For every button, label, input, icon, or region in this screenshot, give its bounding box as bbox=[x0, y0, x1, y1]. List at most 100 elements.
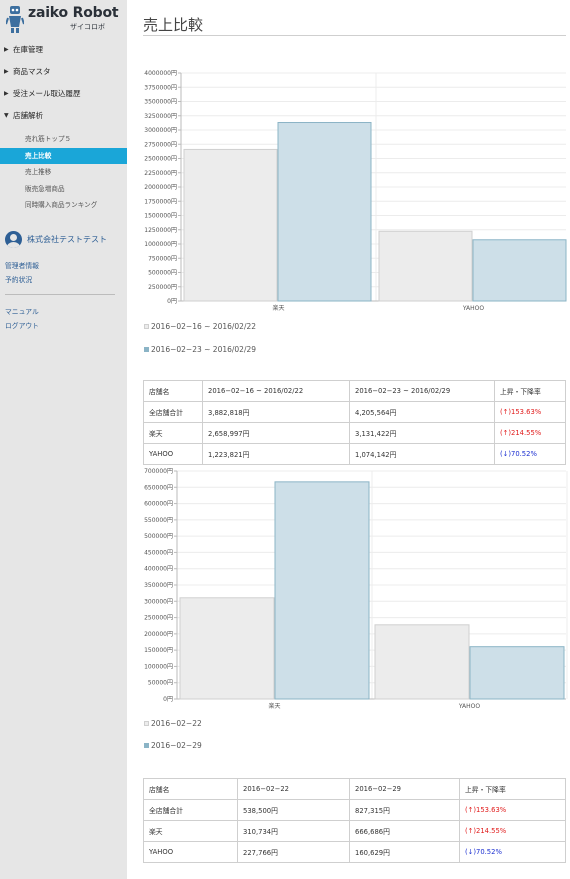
legend-label: 2016−02−16 ~ 2016/02/22 bbox=[151, 322, 257, 331]
admin-info-link[interactable]: 管理者情報 bbox=[5, 260, 39, 270]
y-tick-label: 250000円 bbox=[148, 284, 177, 291]
store-cell: 楽天 bbox=[143, 422, 203, 444]
x-tick-label: 楽天 bbox=[272, 304, 284, 312]
value-cell: 1,074,142円 bbox=[349, 443, 495, 465]
table-row: YAHOO 227,766円 160,629円 (↓)70.52% bbox=[143, 841, 566, 863]
y-tick-label: 2250000円 bbox=[144, 170, 177, 177]
y-tick-label: 150000円 bbox=[144, 647, 173, 654]
table-row: 楽天 310,734円 666,686円 (↑)214.55% bbox=[143, 820, 566, 842]
nav-label: 受注メール取込履歴 bbox=[13, 88, 81, 98]
subnav-sales-comparison[interactable]: 売上比較 bbox=[0, 147, 127, 164]
y-tick-label: 300000円 bbox=[144, 598, 173, 605]
nav-label: 在庫管理 bbox=[13, 44, 43, 54]
store-cell: YAHOO bbox=[143, 443, 203, 465]
value-cell: 2,658,997円 bbox=[202, 422, 350, 444]
logo-subtitle: ザイコロボ bbox=[70, 23, 105, 31]
store-cell: YAHOO bbox=[143, 841, 238, 863]
value-cell: 3,131,422円 bbox=[349, 422, 495, 444]
value-cell: 666,686円 bbox=[349, 820, 460, 842]
comparison-table-daily: 店舗名 2016−02−22 2016−02−29 上昇・下降率 全店舗合計 5… bbox=[143, 778, 566, 863]
rate-cell: (↑)214.55% bbox=[459, 820, 566, 842]
legend-swatch bbox=[144, 324, 149, 329]
table-row: 全店舗合計 3,882,818円 4,205,564円 (↑)153.63% bbox=[143, 401, 566, 423]
logo-title: zaiko Robot bbox=[28, 5, 119, 21]
y-tick-label: 4000000円 bbox=[144, 70, 177, 77]
reservation-status-link[interactable]: 予約状況 bbox=[5, 274, 32, 284]
bar bbox=[374, 624, 470, 700]
logout-link[interactable]: ログアウト bbox=[5, 320, 39, 330]
caret-right-icon: ▶ bbox=[4, 89, 9, 97]
legend-label: 2016−02−22 bbox=[151, 719, 202, 728]
value-cell: 160,629円 bbox=[349, 841, 460, 863]
table-row: 全店舗合計 538,500円 827,315円 (↑)153.63% bbox=[143, 799, 566, 821]
y-tick-label: 1250000円 bbox=[144, 227, 177, 234]
sidebar: zaiko Robot ザイコロボ ▶ 在庫管理 ▶ 商品マスタ ▶ 受注メール… bbox=[0, 0, 127, 879]
store-cell: 全店舗合計 bbox=[143, 799, 238, 821]
nav-inventory[interactable]: ▶ 在庫管理 bbox=[0, 38, 127, 60]
table-header-row: 店舗名 2016−02−22 2016−02−29 上昇・下降率 bbox=[143, 778, 566, 800]
y-tick-label: 550000円 bbox=[144, 517, 173, 524]
value-cell: 310,734円 bbox=[237, 820, 350, 842]
bar bbox=[277, 122, 372, 302]
legend-swatch bbox=[144, 743, 149, 748]
user-avatar-icon bbox=[5, 230, 22, 248]
caret-down-icon: ▼ bbox=[4, 111, 9, 119]
rate-cell: (↑)214.55% bbox=[494, 422, 566, 444]
y-tick-label: 250000円 bbox=[144, 615, 173, 622]
y-tick-label: 450000円 bbox=[144, 549, 173, 556]
y-tick-label: 0円 bbox=[167, 298, 177, 305]
value-cell: 538,500円 bbox=[237, 799, 350, 821]
rate-cell: (↓)70.52% bbox=[494, 443, 566, 465]
y-tick-label: 750000円 bbox=[148, 255, 177, 262]
column-header: 2016−02−23 ~ 2016/02/29 bbox=[349, 380, 495, 402]
column-header: 2016−02−16 ~ 2016/02/22 bbox=[202, 380, 350, 402]
y-tick-label: 500000円 bbox=[144, 533, 173, 540]
value-cell: 827,315円 bbox=[349, 799, 460, 821]
y-tick-label: 600000円 bbox=[144, 501, 173, 508]
legend-swatch bbox=[144, 721, 149, 726]
bar bbox=[469, 646, 565, 700]
bar bbox=[179, 597, 275, 700]
bar bbox=[378, 230, 473, 302]
nav-label: 商品マスタ bbox=[13, 66, 51, 76]
column-header: 上昇・下降率 bbox=[494, 380, 566, 402]
bar bbox=[183, 148, 278, 302]
rate-cell: (↓)70.52% bbox=[459, 841, 566, 863]
subnav-surging-products[interactable]: 販売急増商品 bbox=[0, 181, 127, 198]
y-tick-label: 650000円 bbox=[144, 484, 173, 491]
y-tick-label: 50000円 bbox=[148, 680, 173, 687]
value-cell: 3,882,818円 bbox=[202, 401, 350, 423]
nav-product-master[interactable]: ▶ 商品マスタ bbox=[0, 60, 127, 82]
rate-cell: (↑)153.63% bbox=[494, 401, 566, 423]
legend-swatch bbox=[144, 347, 149, 352]
y-tick-label: 350000円 bbox=[144, 582, 173, 589]
y-tick-label: 400000円 bbox=[144, 566, 173, 573]
store-cell: 全店舗合計 bbox=[143, 401, 203, 423]
caret-right-icon: ▶ bbox=[4, 67, 9, 75]
app-logo[interactable]: zaiko Robot ザイコロボ bbox=[6, 5, 121, 33]
company-name: 株式会社テストテスト bbox=[27, 234, 107, 244]
y-tick-label: 3250000円 bbox=[144, 113, 177, 120]
subnav-top5[interactable]: 売れ筋トップ５ bbox=[0, 131, 127, 148]
nav-store-analysis[interactable]: ▼ 店舗解析 bbox=[0, 104, 127, 126]
y-tick-label: 1750000円 bbox=[144, 198, 177, 205]
y-tick-label: 0円 bbox=[163, 696, 173, 703]
nav-label: 店舗解析 bbox=[13, 110, 43, 120]
column-header: 店舗名 bbox=[143, 380, 203, 402]
x-tick-label: 楽天 bbox=[268, 702, 280, 710]
legend-item: 2016−02−16 ~ 2016/02/22 bbox=[144, 322, 256, 331]
legend-label: 2016−02−29 bbox=[151, 741, 202, 750]
subnav-co-purchase-ranking[interactable]: 同時購入商品ランキング bbox=[0, 197, 127, 214]
subnav-sales-trend[interactable]: 売上推移 bbox=[0, 164, 127, 181]
x-tick-label: YAHOO bbox=[458, 703, 481, 710]
y-tick-label: 1500000円 bbox=[144, 213, 177, 220]
bar bbox=[472, 239, 567, 302]
y-tick-label: 200000円 bbox=[144, 631, 173, 638]
company-info[interactable]: 株式会社テストテスト bbox=[5, 230, 107, 248]
main-nav: ▶ 在庫管理 ▶ 商品マスタ ▶ 受注メール取込履歴 ▼ 店舗解析 売れ筋トップ… bbox=[0, 38, 127, 214]
nav-order-mail-history[interactable]: ▶ 受注メール取込履歴 bbox=[0, 82, 127, 104]
y-tick-label: 3000000円 bbox=[144, 127, 177, 134]
y-tick-label: 2750000円 bbox=[144, 141, 177, 148]
y-tick-label: 500000円 bbox=[148, 270, 177, 277]
manual-link[interactable]: マニュアル bbox=[5, 306, 39, 316]
